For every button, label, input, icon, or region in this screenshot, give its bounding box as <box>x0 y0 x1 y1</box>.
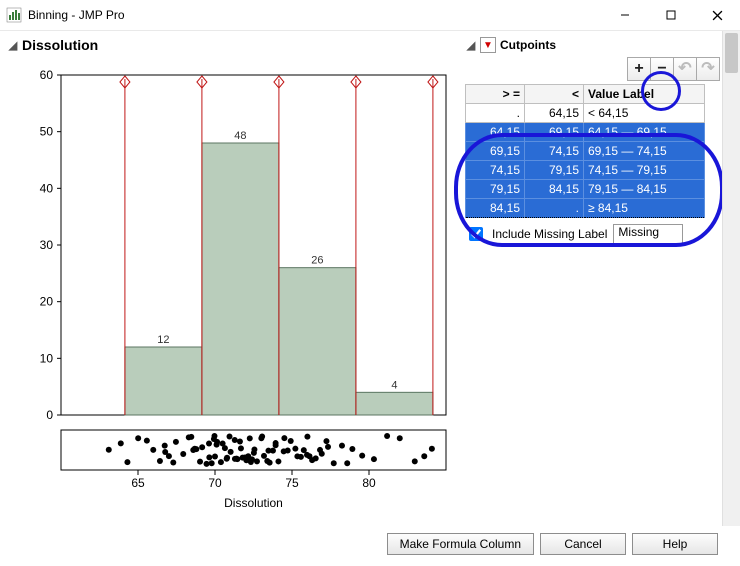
cell-lt[interactable]: 84,15 <box>525 180 584 199</box>
cell-ge[interactable]: 69,15 <box>466 142 525 161</box>
cutpoints-title: Cutpoints <box>500 38 556 52</box>
cell-label[interactable]: 74,15 — 79,15 <box>584 161 705 180</box>
cell-lt[interactable]: 69,15 <box>525 123 584 142</box>
remove-cutpoint-button[interactable]: − <box>650 57 674 81</box>
cell-ge[interactable]: 74,15 <box>466 161 525 180</box>
jmp-app-icon <box>6 7 22 23</box>
red-triangle-menu-icon[interactable]: ▼ <box>480 37 496 53</box>
svg-text:50: 50 <box>40 125 54 139</box>
svg-text:10: 10 <box>40 351 54 365</box>
histogram-chart[interactable]: 0 10 20 30 40 50 60 12 48 26 4 65 70 75 80 Dissolution <box>6 55 456 515</box>
table-header-row: > = < Value Label <box>466 85 705 104</box>
maximize-button[interactable] <box>648 0 694 30</box>
dissolution-title: Dissolution <box>22 37 98 53</box>
svg-text:48: 48 <box>234 130 246 142</box>
table-row[interactable]: 64,1569,1564,15 — 69,15 <box>466 123 705 142</box>
svg-text:75: 75 <box>285 476 299 490</box>
titlebar: Binning - JMP Pro <box>0 0 740 31</box>
cell-lt[interactable]: 79,15 <box>525 161 584 180</box>
minimize-button[interactable] <box>602 0 648 30</box>
disclosure-triangle-icon: ◢ <box>464 39 478 52</box>
undo-button[interactable]: ↶ <box>673 57 697 81</box>
svg-text:65: 65 <box>131 476 145 490</box>
missing-label-field[interactable]: Missing <box>613 224 683 244</box>
cutpoints-toolbar: + − ↶ ↷ <box>460 55 720 84</box>
disclosure-triangle-icon: ◢ <box>6 39 20 52</box>
scrollbar-thumb[interactable] <box>725 33 738 73</box>
include-missing-label: Include Missing Label <box>492 227 607 241</box>
table-row[interactable]: 69,1574,1569,15 — 74,15 <box>466 142 705 161</box>
svg-text:70: 70 <box>208 476 222 490</box>
svg-text:26: 26 <box>311 255 323 267</box>
svg-text:60: 60 <box>40 68 54 82</box>
cell-label[interactable]: 69,15 — 74,15 <box>584 142 705 161</box>
vertical-scrollbar[interactable] <box>722 31 740 526</box>
cell-label[interactable]: 79,15 — 84,15 <box>584 180 705 199</box>
cell-label[interactable]: ≥ 84,15 <box>584 199 705 218</box>
cell-lt[interactable]: 64,15 <box>525 104 584 123</box>
svg-text:4: 4 <box>391 379 397 391</box>
make-formula-column-button[interactable]: Make Formula Column <box>387 533 534 555</box>
svg-text:0: 0 <box>46 408 53 422</box>
svg-text:20: 20 <box>40 295 54 309</box>
svg-text:80: 80 <box>362 476 376 490</box>
table-row[interactable]: .64,15< 64,15 <box>466 104 705 123</box>
table-row[interactable]: 74,1579,1574,15 — 79,15 <box>466 161 705 180</box>
cell-lt[interactable]: 74,15 <box>525 142 584 161</box>
cutpoints-header[interactable]: ◢ ▼ Cutpoints <box>460 35 720 55</box>
cell-ge[interactable]: . <box>466 104 525 123</box>
col-label[interactable]: Value Label <box>584 85 705 104</box>
cell-lt[interactable]: . <box>525 199 584 218</box>
cell-label[interactable]: < 64,15 <box>584 104 705 123</box>
table-row[interactable]: 84,15.≥ 84,15 <box>466 199 705 218</box>
col-lt[interactable]: < <box>525 85 584 104</box>
help-button[interactable]: Help <box>632 533 718 555</box>
svg-text:Dissolution: Dissolution <box>224 496 283 510</box>
add-cutpoint-button[interactable]: + <box>627 57 651 81</box>
cancel-button[interactable]: Cancel <box>540 533 626 555</box>
dissolution-header[interactable]: ◢ Dissolution <box>2 35 460 55</box>
redo-button[interactable]: ↷ <box>696 57 720 81</box>
cutpoints-table[interactable]: > = < Value Label .64,15< 64,1564,1569,1… <box>465 84 705 218</box>
svg-text:12: 12 <box>157 334 169 346</box>
cell-ge[interactable]: 84,15 <box>466 199 525 218</box>
window-buttons <box>602 0 740 30</box>
cell-ge[interactable]: 64,15 <box>466 123 525 142</box>
cell-label[interactable]: 64,15 — 69,15 <box>584 123 705 142</box>
cell-ge[interactable]: 79,15 <box>466 180 525 199</box>
svg-text:40: 40 <box>40 181 54 195</box>
window-title: Binning - JMP Pro <box>28 8 602 22</box>
table-row[interactable]: 79,1584,1579,15 — 84,15 <box>466 180 705 199</box>
svg-text:30: 30 <box>40 238 54 252</box>
col-ge[interactable]: > = <box>466 85 525 104</box>
close-button[interactable] <box>694 0 740 30</box>
include-missing-checkbox[interactable] <box>469 227 483 241</box>
